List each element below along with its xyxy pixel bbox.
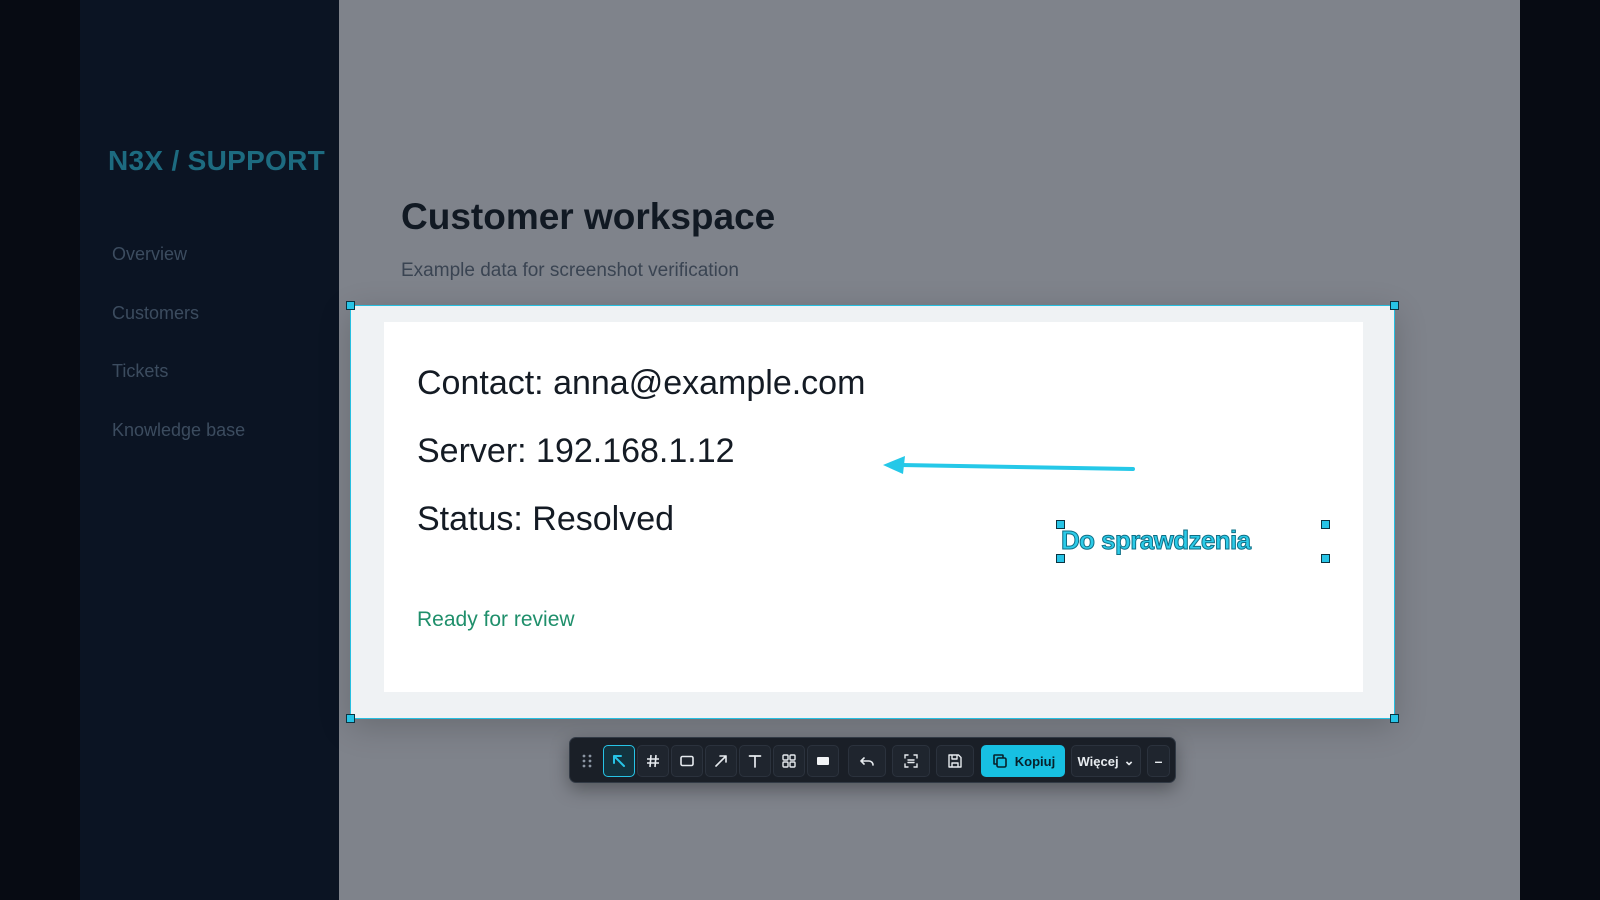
more-button[interactable]: Więcej ⌄: [1071, 745, 1141, 777]
drag-grip-icon[interactable]: [581, 751, 593, 771]
blur-tool-button[interactable]: [773, 745, 805, 777]
selection-handle-top-left[interactable]: [346, 301, 355, 310]
chevron-down-icon: ⌄: [1123, 753, 1135, 768]
copy-button[interactable]: Kopiuj: [981, 745, 1065, 777]
select-arrow-icon: [613, 755, 625, 767]
capture-selection[interactable]: Contact: anna@example.com Server: 192.16…: [346, 301, 1399, 723]
review-status: Ready for review: [417, 608, 575, 631]
save-button[interactable]: [936, 745, 974, 777]
scan-text-icon: [904, 754, 918, 768]
selection-handle-top-right[interactable]: [1390, 301, 1399, 310]
text-tool-button[interactable]: [739, 745, 771, 777]
annotation-handle-bottom-right[interactable]: [1321, 554, 1330, 563]
page-subtitle: Example data for screenshot verification: [401, 260, 739, 281]
hash-icon: [647, 754, 659, 768]
selection-handle-bottom-left[interactable]: [346, 714, 355, 723]
filled-rectangle-icon: [817, 757, 829, 765]
grid-tool-button[interactable]: [637, 745, 669, 777]
save-icon: [948, 754, 962, 768]
copy-icon: [992, 754, 1007, 768]
sidebar: N3X / SUPPORT Overview Customers Tickets…: [80, 0, 339, 900]
status-line: Status: Resolved: [417, 500, 675, 538]
redact-tool-button[interactable]: [807, 745, 839, 777]
text-t-icon: [748, 755, 762, 768]
select-tool-button[interactable]: [603, 745, 635, 777]
server-line: Server: 192.168.1.12: [417, 432, 735, 470]
brand-logo: N3X / SUPPORT: [108, 145, 326, 176]
grid-squares-icon: [782, 754, 796, 768]
customer-card: Contact: anna@example.com Server: 192.16…: [384, 322, 1363, 692]
rectangle-icon: [680, 755, 694, 767]
scan-text-button[interactable]: [892, 745, 930, 777]
undo-button[interactable]: [848, 745, 886, 777]
more-button-label: Więcej: [1077, 753, 1119, 769]
copy-button-label: Kopiuj: [1014, 753, 1056, 769]
annotation-handle-top-right[interactable]: [1321, 520, 1330, 529]
minimize-button[interactable]: –: [1147, 745, 1170, 777]
annotation-toolbar: Kopiuj Więcej ⌄ –: [569, 737, 1176, 783]
annotation-handle-bottom-left[interactable]: [1056, 554, 1065, 563]
left-edge: [0, 0, 80, 900]
undo-icon: [860, 757, 874, 766]
rectangle-tool-button[interactable]: [671, 745, 703, 777]
sidebar-item-tickets[interactable]: Tickets: [112, 359, 245, 418]
annotation-text: Do sprawdzenia: [1061, 525, 1252, 556]
annotation-handle-top-left[interactable]: [1056, 520, 1065, 529]
selection-handle-bottom-right[interactable]: [1390, 714, 1399, 723]
sidebar-item-knowledge-base[interactable]: Knowledge base: [112, 418, 245, 477]
contact-line: Contact: anna@example.com: [417, 364, 866, 402]
sidebar-item-overview[interactable]: Overview: [112, 242, 245, 301]
text-annotation[interactable]: Do sprawdzenia: [1056, 520, 1330, 563]
arrow-tool-button[interactable]: [705, 745, 737, 777]
sidebar-nav: Overview Customers Tickets Knowledge bas…: [112, 242, 245, 476]
right-edge: [1520, 0, 1600, 900]
arrow-diagonal-icon: [715, 755, 727, 767]
sidebar-item-customers[interactable]: Customers: [112, 301, 245, 360]
page-title: Customer workspace: [401, 196, 776, 237]
minus-icon: –: [1154, 753, 1163, 769]
